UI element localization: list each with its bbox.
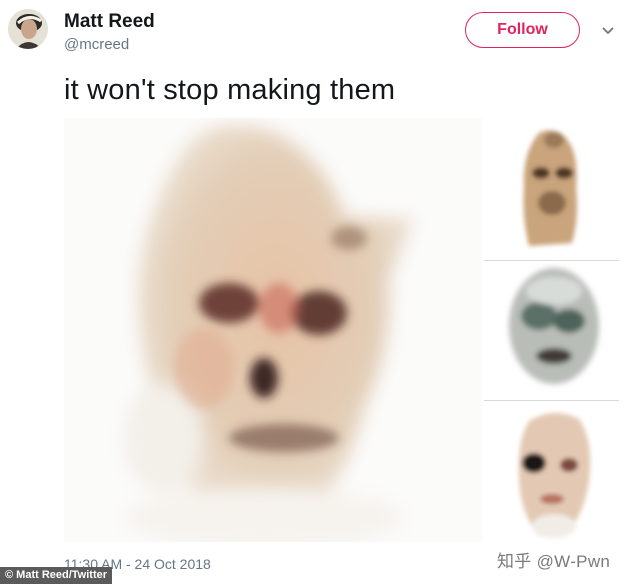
media-thumbnail-1[interactable] — [484, 118, 619, 258]
image-credit: © Matt Reed/Twitter — [0, 567, 113, 584]
media-thumbnail-3[interactable] — [484, 400, 619, 543]
generated-face-thumbnail-1 — [484, 118, 619, 258]
generated-face-image — [64, 118, 482, 542]
generated-face-thumbnail-2 — [484, 261, 619, 399]
user-avatar-icon — [8, 9, 48, 49]
chevron-down-icon — [602, 27, 614, 35]
media-thumbnail-2[interactable] — [484, 260, 619, 399]
user-handle[interactable]: @mcreed — [64, 36, 129, 53]
user-name[interactable]: Matt Reed — [64, 11, 155, 33]
generated-face-thumbnail-3 — [484, 401, 619, 543]
follow-button[interactable]: Follow — [465, 12, 580, 48]
main-media-image[interactable] — [64, 118, 482, 542]
tweet-text: it won't stop making them — [64, 74, 396, 106]
avatar[interactable] — [8, 9, 48, 49]
watermark: 知乎 @W-Pwn — [497, 552, 611, 571]
tweet-menu-button[interactable] — [601, 26, 615, 36]
